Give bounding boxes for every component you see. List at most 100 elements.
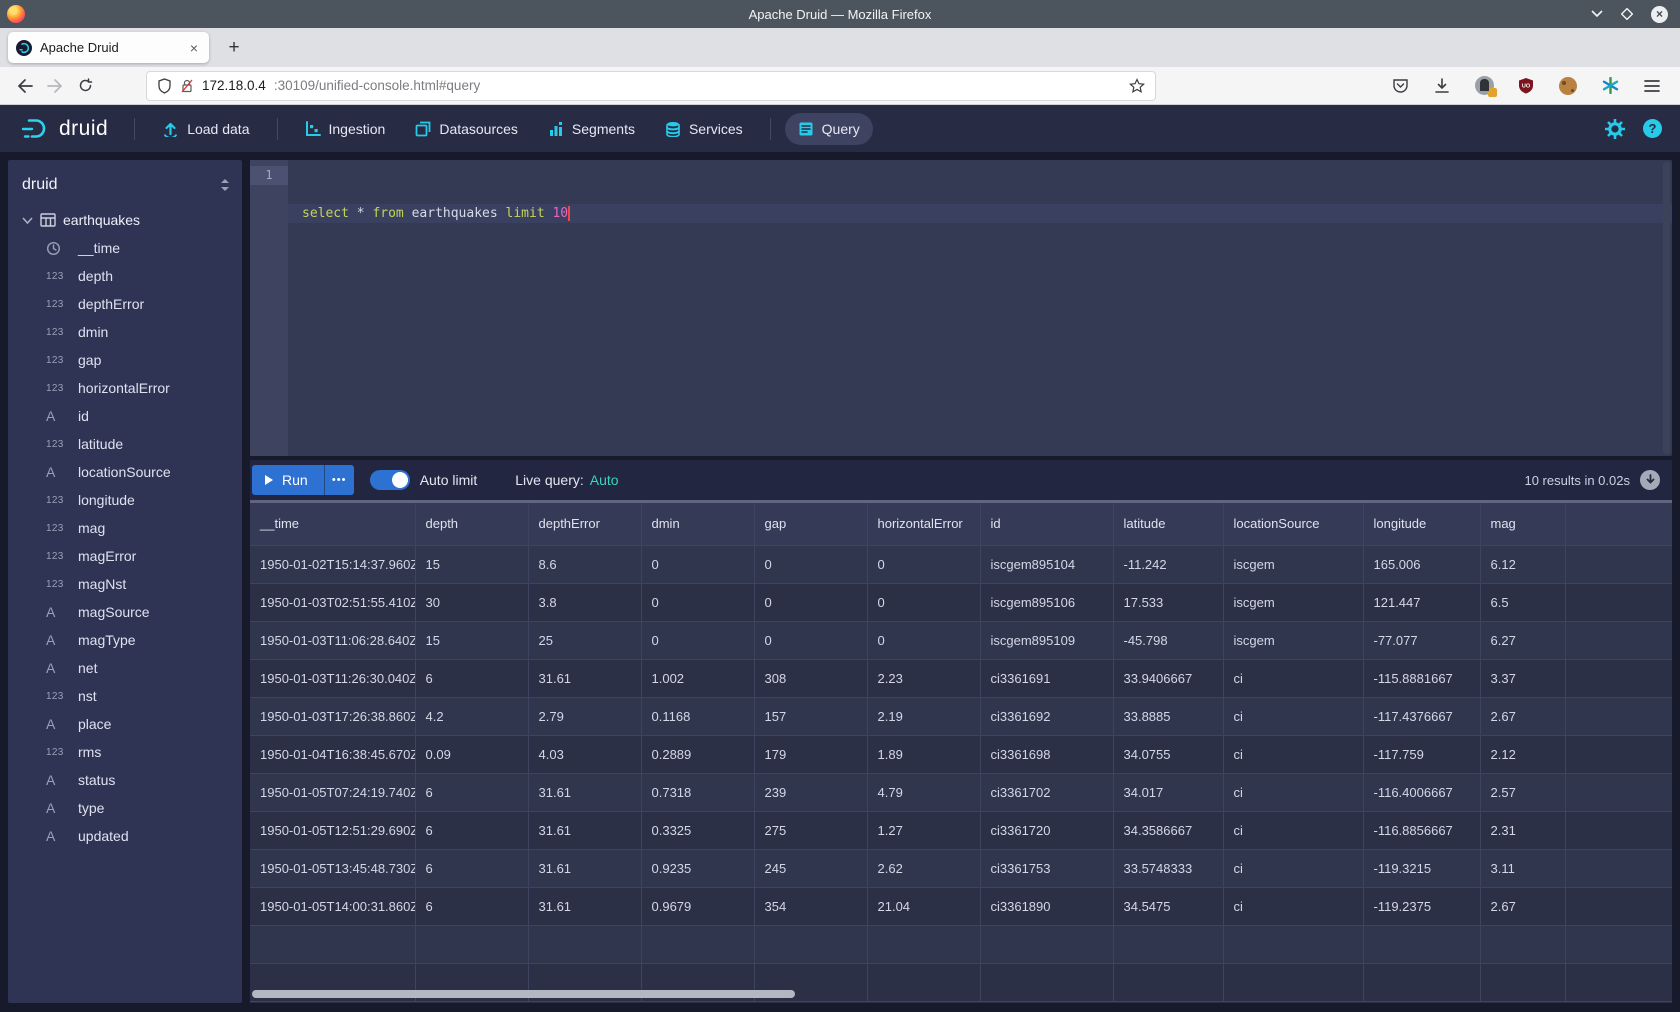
close-icon[interactable]: × — [1651, 6, 1668, 23]
table-cell[interactable]: ci — [1223, 773, 1363, 811]
table-cell[interactable]: 2.57 — [1480, 773, 1565, 811]
sidebar-column[interactable]: A magType — [8, 626, 242, 654]
table-cell[interactable]: 2.62 — [867, 849, 980, 887]
table-cell[interactable]: 0.2889 — [641, 735, 754, 773]
sidebar-column[interactable]: A magSource — [8, 598, 242, 626]
sidebar-column[interactable]: A status — [8, 766, 242, 794]
table-cell[interactable]: 33.8885 — [1113, 697, 1223, 735]
cookie-extension-icon[interactable] — [1554, 72, 1582, 100]
table-cell[interactable]: 165.006 — [1363, 545, 1480, 583]
insecure-lock-icon[interactable] — [180, 78, 194, 94]
shield-icon[interactable] — [157, 78, 172, 94]
sidebar-column[interactable]: 123 mag — [8, 514, 242, 542]
sidebar-column[interactable]: A type — [8, 794, 242, 822]
table-cell[interactable]: 2.31 — [1480, 811, 1565, 849]
table-cell[interactable]: 0 — [641, 583, 754, 621]
table-cell[interactable]: 1.002 — [641, 659, 754, 697]
table-cell[interactable]: -117.759 — [1363, 735, 1480, 773]
table-cell[interactable] — [1565, 659, 1672, 697]
help-icon[interactable]: ? — [1643, 119, 1662, 138]
table-cell[interactable]: 6 — [415, 773, 528, 811]
table-cell[interactable] — [1565, 887, 1672, 925]
table-cell[interactable]: -119.2375 — [1363, 887, 1480, 925]
table-cell[interactable]: iscgem — [1223, 545, 1363, 583]
sidebar-column[interactable]: A id — [8, 402, 242, 430]
table-cell[interactable]: ci — [1223, 697, 1363, 735]
asterisk-extension-icon[interactable] — [1596, 72, 1624, 100]
nav-item-load-data[interactable]: Load data — [149, 113, 262, 145]
druid-logo[interactable]: druid — [0, 116, 134, 142]
table-cell[interactable]: ci3361692 — [980, 697, 1113, 735]
table-cell[interactable]: ci3361691 — [980, 659, 1113, 697]
table-cell[interactable]: 6 — [415, 811, 528, 849]
table-cell[interactable]: 15 — [415, 545, 528, 583]
table-cell[interactable]: 1950-01-02T15:14:37.960Z — [250, 545, 415, 583]
download-results-button[interactable] — [1640, 470, 1660, 490]
table-cell[interactable] — [1565, 583, 1672, 621]
nav-item-query[interactable]: Query — [785, 113, 873, 145]
table-cell[interactable]: 4.79 — [867, 773, 980, 811]
table-cell[interactable]: 6.27 — [1480, 621, 1565, 659]
table-cell[interactable]: 33.5748333 — [1113, 849, 1223, 887]
table-cell[interactable]: -45.798 — [1113, 621, 1223, 659]
column-header[interactable]: __time — [250, 503, 415, 545]
table-cell[interactable]: 4.03 — [528, 735, 641, 773]
sidebar-column[interactable]: 123 magNst — [8, 570, 242, 598]
table-cell[interactable]: 15 — [415, 621, 528, 659]
table-cell[interactable]: 6 — [415, 849, 528, 887]
table-cell[interactable]: -116.8856667 — [1363, 811, 1480, 849]
table-cell[interactable]: 31.61 — [528, 773, 641, 811]
table-cell[interactable]: 30 — [415, 583, 528, 621]
new-tab-button[interactable]: + — [219, 33, 249, 63]
table-cell[interactable]: 2.67 — [1480, 887, 1565, 925]
table-cell[interactable]: 0.9679 — [641, 887, 754, 925]
table-cell[interactable]: ci3361890 — [980, 887, 1113, 925]
table-cell[interactable]: 0 — [754, 545, 867, 583]
table-cell[interactable] — [1565, 621, 1672, 659]
table-cell[interactable]: 34.0755 — [1113, 735, 1223, 773]
table-cell[interactable]: 245 — [754, 849, 867, 887]
table-cell[interactable]: ci3361753 — [980, 849, 1113, 887]
table-cell[interactable]: -116.4006667 — [1363, 773, 1480, 811]
table-cell[interactable]: -77.077 — [1363, 621, 1480, 659]
column-header[interactable]: latitude — [1113, 503, 1223, 545]
table-cell[interactable]: 31.61 — [528, 849, 641, 887]
column-header[interactable]: dmin — [641, 503, 754, 545]
table-cell[interactable]: 3.37 — [1480, 659, 1565, 697]
column-header[interactable]: gap — [754, 503, 867, 545]
table-cell[interactable]: 33.9406667 — [1113, 659, 1223, 697]
sidebar-column[interactable]: 123 longitude — [8, 486, 242, 514]
sidebar-column[interactable]: 123 magError — [8, 542, 242, 570]
table-cell[interactable]: 3.8 — [528, 583, 641, 621]
sidebar-column[interactable]: A place — [8, 710, 242, 738]
table-cell[interactable]: 1950-01-04T16:38:45.670Z — [250, 735, 415, 773]
table-cell[interactable]: 0.1168 — [641, 697, 754, 735]
editor-scrollbar-track[interactable] — [1663, 162, 1670, 454]
table-cell[interactable]: 275 — [754, 811, 867, 849]
table-cell[interactable]: 1950-01-03T02:51:55.410Z — [250, 583, 415, 621]
table-cell[interactable]: 31.61 — [528, 887, 641, 925]
table-cell[interactable]: 0.09 — [415, 735, 528, 773]
table-cell[interactable]: 1950-01-05T13:45:48.730Z — [250, 849, 415, 887]
column-header[interactable]: depthError — [528, 503, 641, 545]
table-cell[interactable] — [1565, 773, 1672, 811]
table-cell[interactable]: 1950-01-03T11:26:30.040Z — [250, 659, 415, 697]
sidebar-column[interactable]: __time — [8, 234, 242, 262]
sidebar-column[interactable]: A locationSource — [8, 458, 242, 486]
table-cell[interactable]: 31.61 — [528, 811, 641, 849]
column-header[interactable]: depth — [415, 503, 528, 545]
minimize-icon[interactable] — [1591, 10, 1603, 18]
table-cell[interactable]: 1950-01-03T17:26:38.860Z — [250, 697, 415, 735]
table-cell[interactable]: 34.5475 — [1113, 887, 1223, 925]
maximize-icon[interactable] — [1621, 8, 1633, 20]
table-cell[interactable]: iscgem895104 — [980, 545, 1113, 583]
table-cell[interactable] — [1565, 849, 1672, 887]
column-header[interactable]: horizontalError — [867, 503, 980, 545]
sidebar-column[interactable]: 123 gap — [8, 346, 242, 374]
table-cell[interactable]: 0 — [641, 621, 754, 659]
nav-item-ingestion[interactable]: Ingestion — [292, 113, 399, 145]
table-cell[interactable]: -117.4376667 — [1363, 697, 1480, 735]
sidebar-column[interactable]: A net — [8, 654, 242, 682]
table-cell[interactable]: 179 — [754, 735, 867, 773]
table-cell[interactable]: ci — [1223, 887, 1363, 925]
